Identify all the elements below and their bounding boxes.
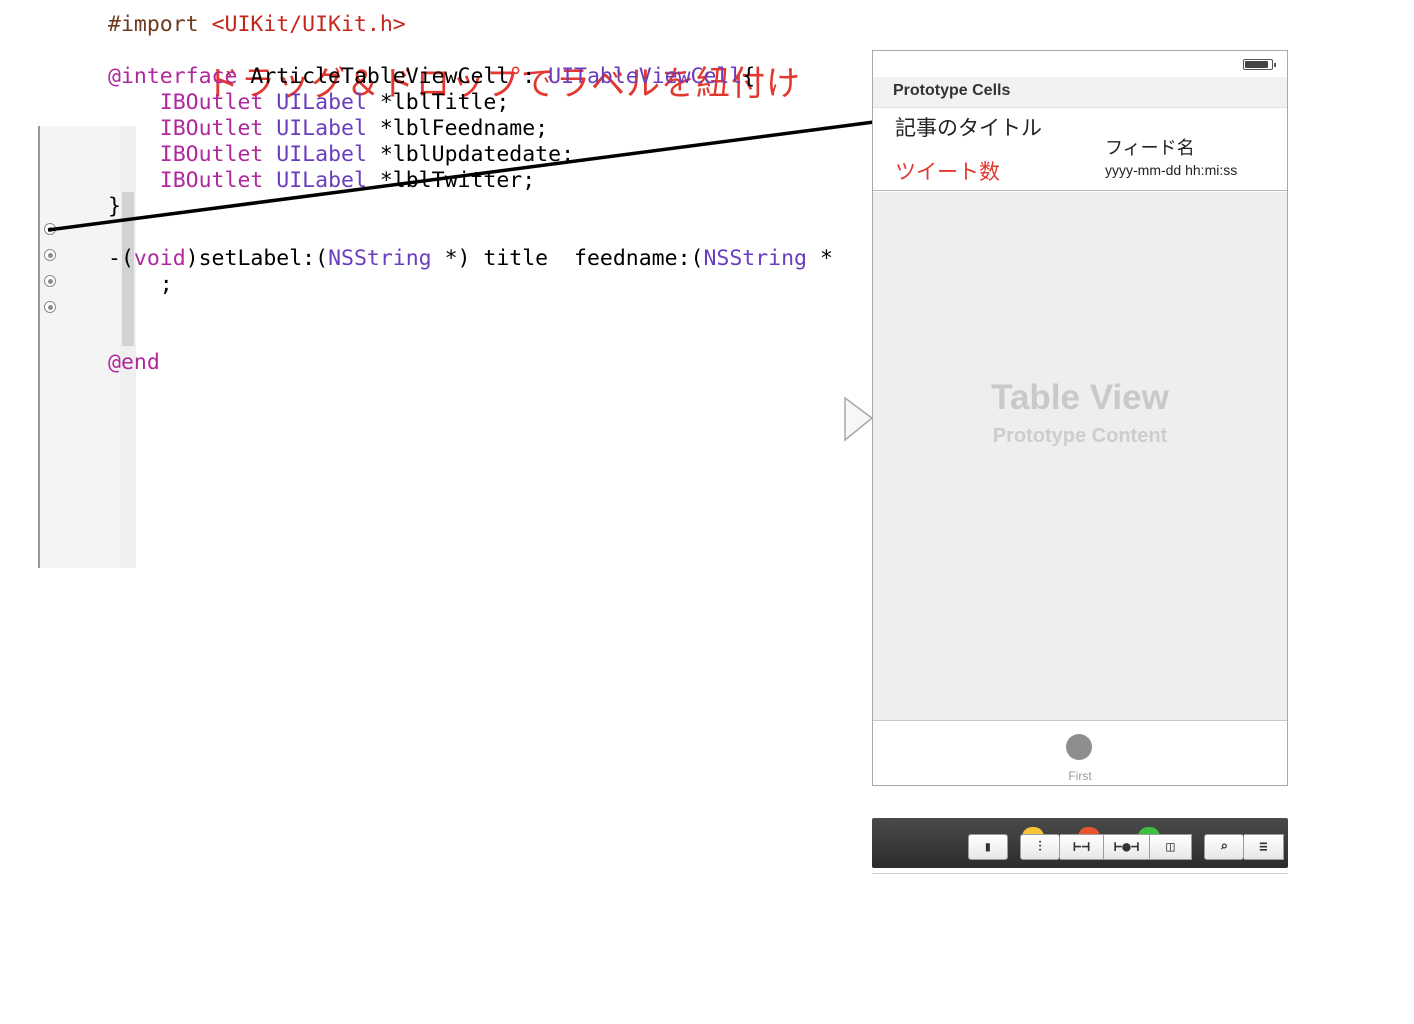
- table-view-title: Table View: [991, 378, 1169, 417]
- resize-icon: ◫: [1166, 839, 1175, 855]
- menu-button[interactable]: ≡: [1244, 834, 1284, 860]
- tab-item-circle-icon[interactable]: [1066, 734, 1092, 760]
- iphone-scene[interactable]: Prototype Cells 記事のタイトル フィード名 ツイート数 yyyy…: [872, 50, 1288, 786]
- menu-icon: ≡: [1259, 839, 1268, 855]
- pin-icon: ⊢⊣: [1073, 839, 1090, 855]
- cell-twitter-label[interactable]: ツイート数: [895, 156, 1000, 186]
- cell-title-label[interactable]: 記事のタイトル: [895, 112, 1042, 142]
- tab-bar: First: [873, 720, 1287, 785]
- resolve-button[interactable]: ⊢●⊣: [1104, 834, 1150, 860]
- align-icon: ⫶: [1038, 839, 1042, 855]
- pin-button[interactable]: ⊢⊣: [1060, 834, 1104, 860]
- prototype-cells-label: Prototype Cells: [893, 82, 1011, 99]
- scene-entry-arrow-icon: [844, 396, 874, 442]
- resolve-icon: ⊢●⊣: [1113, 839, 1140, 855]
- table-view-subtitle: Prototype Content: [992, 425, 1168, 447]
- zoom-icon: ⌕: [1219, 839, 1229, 855]
- tab-item-label: First: [1068, 769, 1092, 783]
- status-bar: [873, 51, 1287, 77]
- zoom-button[interactable]: ⌕: [1204, 834, 1244, 860]
- inspect-icon: ▮: [983, 839, 993, 855]
- canvas-toolbar: ▮ ⫶ ⊢⊣ ⊢●⊣ ◫ ⌕ ≡: [872, 818, 1288, 868]
- battery-icon: [1243, 59, 1276, 70]
- prototype-cells-header: Prototype Cells: [873, 77, 1287, 108]
- toolbar-shadow: [872, 868, 1288, 874]
- align-button[interactable]: ⫶: [1020, 834, 1060, 860]
- table-view[interactable]: Table View Prototype Content: [873, 192, 1287, 720]
- inspect-button[interactable]: ▮: [968, 834, 1008, 860]
- drag-line: [47, 120, 875, 232]
- cell-updatedate-label[interactable]: yyyy-mm-dd hh:mi:ss: [1105, 162, 1237, 178]
- prototype-cell[interactable]: 記事のタイトル フィード名 ツイート数 yyyy-mm-dd hh:mi:ss: [873, 108, 1287, 191]
- cell-feedname-label[interactable]: フィード名: [1105, 134, 1195, 160]
- resize-button[interactable]: ◫: [1150, 834, 1192, 860]
